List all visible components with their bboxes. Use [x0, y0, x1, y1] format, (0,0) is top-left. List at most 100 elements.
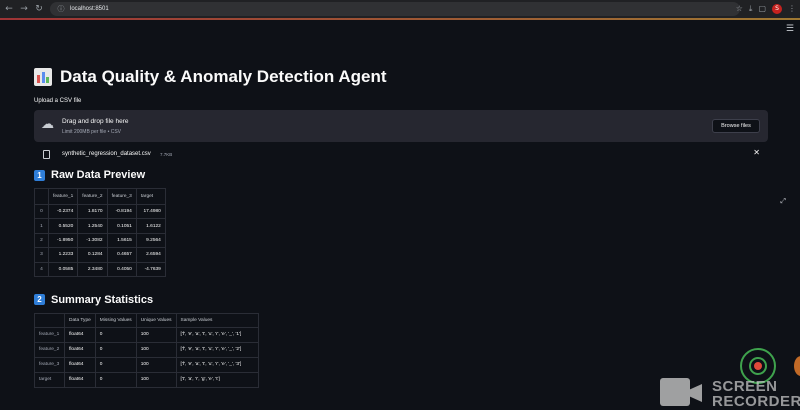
table-cell: 0.4657 [106, 247, 137, 263]
table-cell: 17.4980 [135, 203, 166, 220]
bookmark-star-icon[interactable]: ☆ [736, 3, 743, 15]
forward-icon[interactable]: → [18, 3, 30, 15]
reload-icon[interactable]: ↻ [33, 3, 45, 15]
table-cell: 0 [94, 356, 137, 373]
table-cell: 1.6122 [135, 218, 166, 234]
row-header: feature_1 [34, 326, 65, 343]
table-cell: 100 [135, 341, 177, 358]
table-cell: 9.2564 [135, 232, 166, 249]
row-index: 3 [34, 247, 49, 263]
table-row: 0 -0.2374 1.8170 -0.8194 17.4980 [34, 203, 166, 220]
column-header[interactable]: Missing Values [94, 312, 137, 328]
raw-data-table[interactable]: feature_1 feature_2 feature_3 target 0 -… [34, 188, 166, 277]
summary-heading: Summary Statistics [51, 293, 154, 306]
table-cell: 1.2540 [77, 218, 108, 234]
table-cell: 0 [94, 371, 137, 388]
file-dropzone[interactable]: ☁ Drag and drop file here Limit 200MB pe… [34, 110, 768, 142]
column-header[interactable]: Unique Values [135, 312, 177, 328]
table-cell: 1.8170 [77, 203, 108, 220]
section-number-badge: 2 [34, 294, 45, 306]
section-number-badge: 1 [34, 169, 45, 181]
site-info-icon[interactable]: ⓘ [56, 4, 66, 14]
row-index: 2 [34, 232, 49, 249]
dropzone-limit: Limit 200MB per file • CSV [62, 129, 121, 135]
table-cell: 100 [135, 356, 177, 373]
table-cell: ['f', 'e', 'a', 't', 'u', 'r', 'e', '_',… [175, 356, 259, 373]
table-cell: 2.3480 [77, 261, 108, 277]
bar-chart-icon [34, 68, 52, 86]
uploaded-file-size: 7.7KB [160, 152, 173, 157]
download-icon[interactable]: ⤓ [749, 3, 753, 15]
watermark-text: SCREEN RECORDER [712, 379, 800, 409]
column-header[interactable]: Sample Values [175, 312, 259, 328]
table-cell: -1.8950 [47, 232, 79, 249]
table-cell: 100 [135, 326, 177, 343]
column-header[interactable]: target [135, 188, 166, 205]
back-icon[interactable]: ← [3, 3, 15, 15]
table-cell: 0 [94, 341, 137, 358]
app-header-decoration [0, 18, 800, 20]
table-cell: 1.2233 [47, 247, 79, 263]
table-header-row: feature_1 feature_2 feature_3 target [34, 188, 166, 205]
hamburger-menu-icon[interactable]: ☰ [786, 24, 794, 34]
fullscreen-expand-icon[interactable]: ⤢ [780, 197, 786, 206]
browse-files-button[interactable]: Browse files [712, 119, 760, 133]
table-row: 2 -1.8950 -1.3082 1.5615 9.2564 [34, 232, 166, 249]
table-cell: 0.0585 [47, 261, 79, 277]
table-row: 3 1.2233 0.1284 0.4657 2.6594 [34, 247, 166, 263]
table-cell: float64 [64, 341, 96, 358]
row-header: feature_2 [34, 341, 65, 358]
page-title-row: Data Quality & Anomaly Detection Agent [34, 62, 768, 92]
row-index: 4 [34, 261, 49, 277]
table-cell: 0.1284 [77, 247, 108, 263]
table-cell: 100 [135, 371, 177, 388]
browser-menu-icon[interactable]: ⋮ [788, 3, 796, 15]
table-cell: -1.3082 [77, 232, 108, 249]
table-row: 1 0.5520 1.2540 0.1051 1.6122 [34, 218, 166, 234]
file-icon [43, 150, 50, 159]
table-row: target float64 0 100 ['t', 'a', 'r', 'g'… [34, 371, 259, 388]
cloud-upload-icon: ☁ [41, 117, 54, 132]
video-camera-lens [690, 384, 702, 402]
url-text: localhost:8501 [70, 6, 109, 12]
uploaded-file-name: synthetic_regression_dataset.csv [62, 151, 151, 157]
table-row: 4 0.0585 2.3480 0.4050 -4.7639 [34, 261, 166, 277]
column-header[interactable]: feature_1 [47, 188, 79, 205]
column-header[interactable] [34, 312, 65, 328]
video-camera-icon [660, 378, 690, 406]
dropzone-title: Drag and drop file here [62, 118, 129, 125]
column-header[interactable]: feature_3 [106, 188, 137, 205]
table-row: feature_2 float64 0 100 ['f', 'e', 'a', … [34, 341, 259, 358]
table-cell: -0.2374 [47, 203, 79, 220]
extensions-icon[interactable]: ▢ [758, 3, 766, 15]
profile-avatar[interactable]: S [772, 4, 782, 14]
table-cell: ['f', 'e', 'a', 't', 'u', 'r', 'e', '_',… [175, 341, 259, 358]
table-cell: float64 [64, 371, 96, 388]
recorder-badge [794, 356, 800, 376]
row-index: 0 [34, 203, 49, 220]
column-header[interactable] [34, 188, 49, 205]
record-dot [754, 362, 762, 370]
table-cell: -4.7639 [135, 261, 166, 277]
table-cell: 2.6594 [135, 247, 166, 263]
upload-label: Upload a CSV file [34, 98, 82, 104]
table-header-row: Data Type Missing Values Unique Values S… [34, 312, 259, 328]
row-header: feature_3 [34, 356, 65, 373]
uploaded-file: synthetic_regression_dataset.csv 7.7KB ✕ [34, 142, 768, 166]
table-cell: -0.8194 [106, 203, 137, 220]
raw-preview-header: 1 Raw Data Preview [34, 166, 768, 184]
table-cell: 0.5520 [47, 218, 79, 234]
table-cell: 0.1051 [106, 218, 137, 234]
remove-file-icon[interactable]: ✕ [753, 148, 760, 157]
main-content: Data Quality & Anomaly Detection Agent U… [34, 62, 768, 388]
watermark-line-1: SCREEN [712, 378, 778, 395]
column-header[interactable]: feature_2 [77, 188, 108, 205]
table-cell: float64 [64, 356, 96, 373]
row-header: target [34, 371, 65, 388]
row-index: 1 [34, 218, 49, 234]
column-header[interactable]: Data Type [64, 312, 96, 328]
summary-table[interactable]: Data Type Missing Values Unique Values S… [34, 312, 259, 388]
raw-preview-heading: Raw Data Preview [51, 169, 146, 181]
browser-actions: ☆ ⤓ ▢ S ⋮ [736, 3, 796, 15]
address-bar[interactable]: ⓘ localhost:8501 [50, 2, 740, 16]
